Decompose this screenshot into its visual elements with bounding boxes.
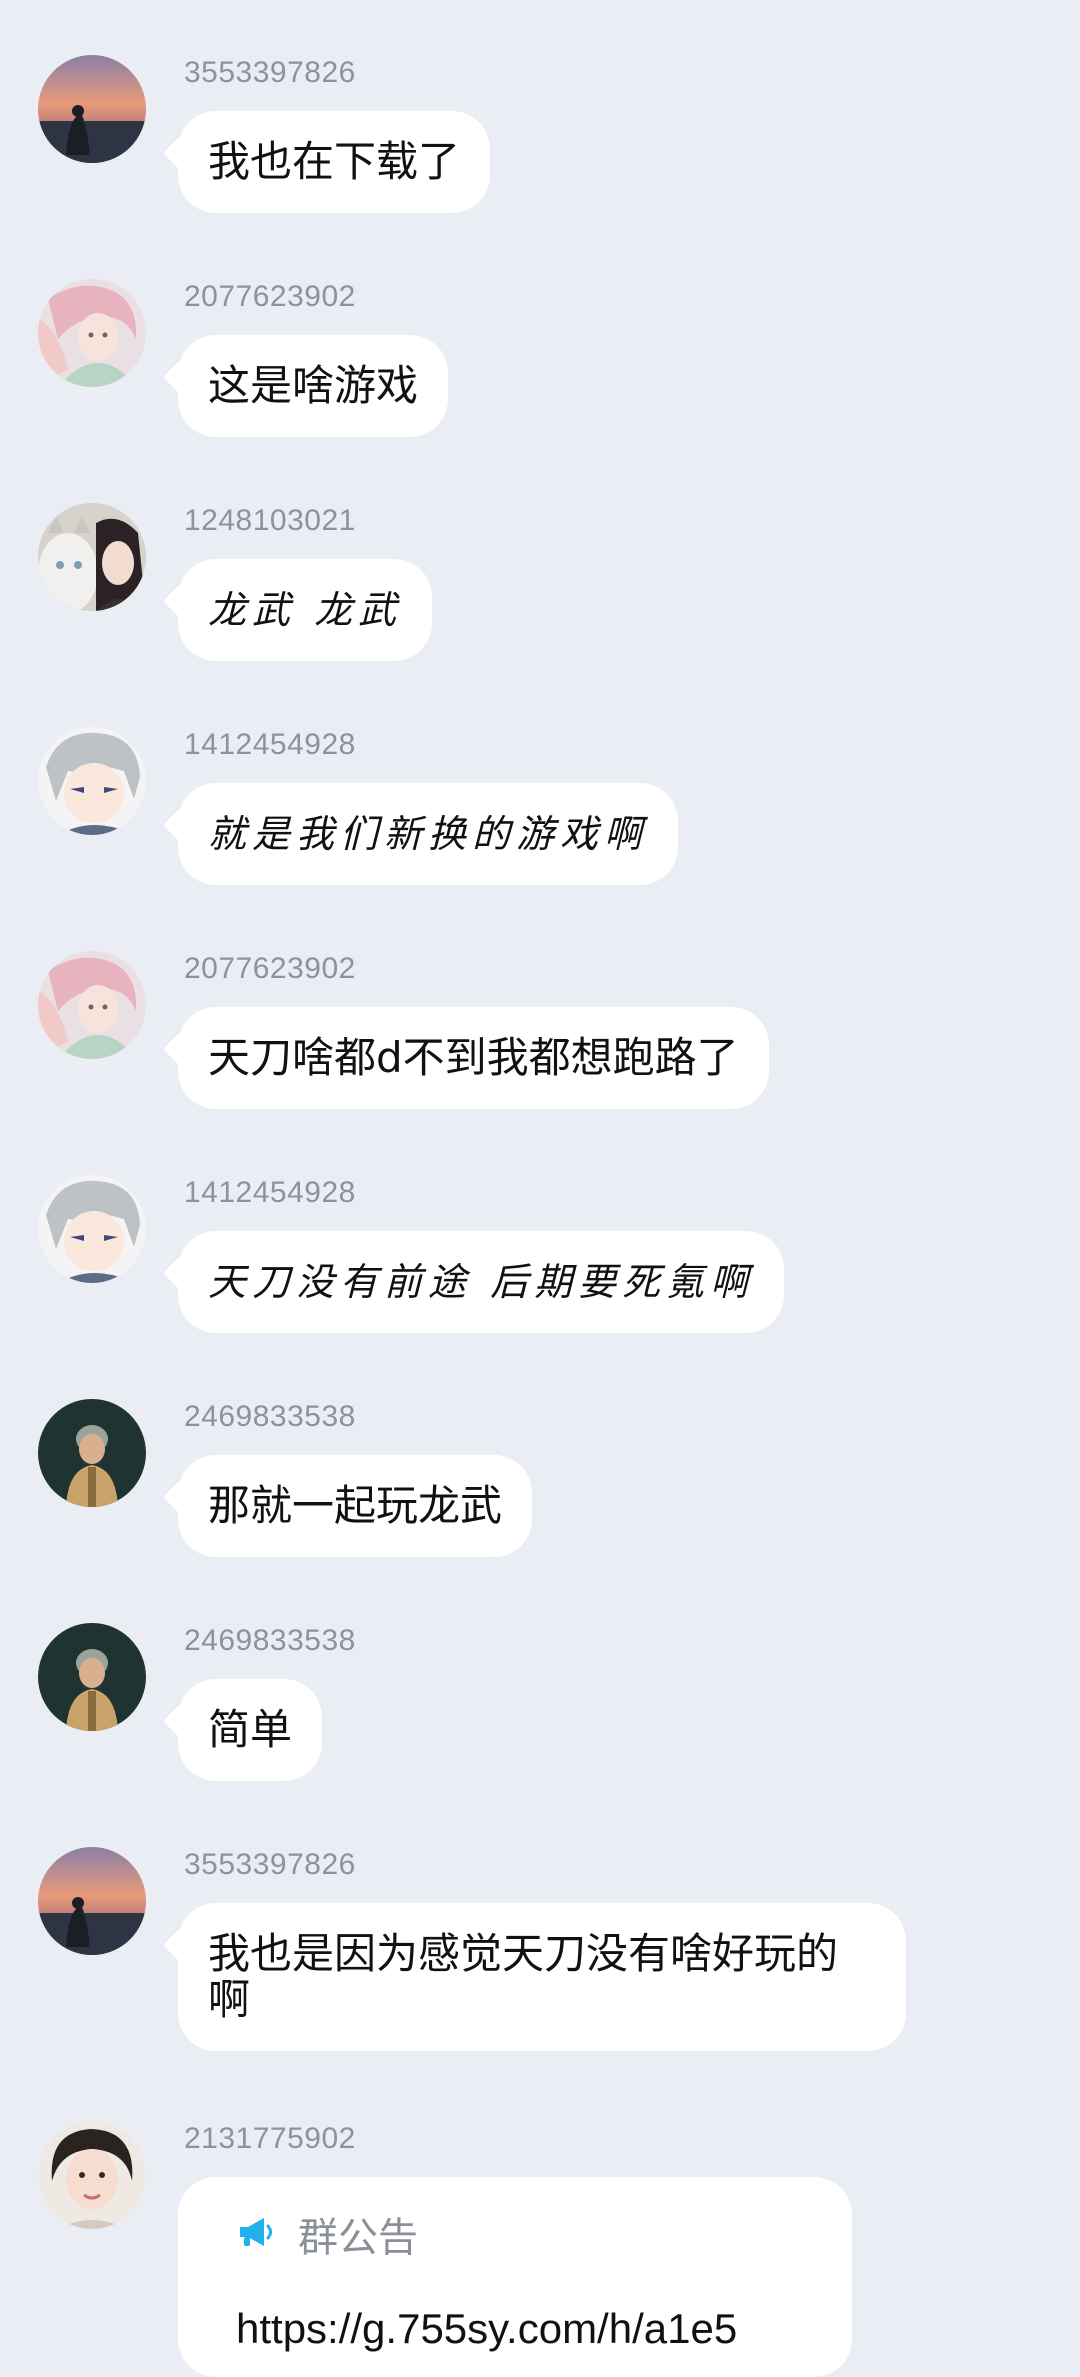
message-bubble[interactable]: 天刀没有前途 后期要死氪啊: [178, 1231, 785, 1333]
avatar[interactable]: [38, 727, 146, 835]
message-bubble[interactable]: 天刀啥都d不到我都想跑路了: [178, 1007, 769, 1109]
avatar[interactable]: [38, 1399, 146, 1507]
avatar[interactable]: [38, 2121, 146, 2229]
avatar[interactable]: [38, 55, 146, 163]
megaphone-icon: [238, 2215, 276, 2253]
chat-message-list[interactable]: 3553397826 我也在下载了 2077623902 这是啥游戏 12481…: [0, 0, 1080, 2377]
message-bubble[interactable]: 龙武 龙武: [178, 559, 433, 661]
avatar[interactable]: [38, 1175, 146, 1283]
avatar[interactable]: [38, 503, 146, 611]
sender-id: 1412454928: [184, 728, 356, 761]
notice-title: 群公告: [298, 2215, 418, 2261]
notice-link[interactable]: https://g.755sy.com/h/a1e5: [236, 2305, 737, 2353]
sender-id: 2077623902: [184, 280, 356, 313]
avatar[interactable]: [38, 1623, 146, 1731]
avatar[interactable]: [38, 279, 146, 387]
message-bubble[interactable]: 我也是因为感觉天刀没有啥好玩的啊: [178, 1903, 906, 2051]
group-notice-card[interactable]: 群公告 https://g.755sy.com/h/a1e5: [178, 2177, 852, 2377]
notice-header: 群公告: [238, 2209, 418, 2261]
message-bubble[interactable]: 我也在下载了: [178, 111, 491, 213]
sender-id: 1248103021: [184, 504, 356, 537]
sender-id: 2131775902: [184, 2122, 356, 2155]
message-bubble[interactable]: 那就一起玩龙武: [178, 1455, 533, 1557]
message-bubble[interactable]: 就是我们新换的游戏啊: [178, 783, 679, 885]
sender-id: 2077623902: [184, 952, 356, 985]
message-bubble[interactable]: 这是啥游戏: [178, 335, 449, 437]
sender-id: 3553397826: [184, 1848, 356, 1881]
sender-id: 3553397826: [184, 56, 356, 89]
avatar[interactable]: [38, 951, 146, 1059]
sender-id: 2469833538: [184, 1624, 356, 1657]
sender-id: 2469833538: [184, 1400, 356, 1433]
avatar[interactable]: [38, 1847, 146, 1955]
message-bubble[interactable]: 简单: [178, 1679, 323, 1781]
sender-id: 1412454928: [184, 1176, 356, 1209]
